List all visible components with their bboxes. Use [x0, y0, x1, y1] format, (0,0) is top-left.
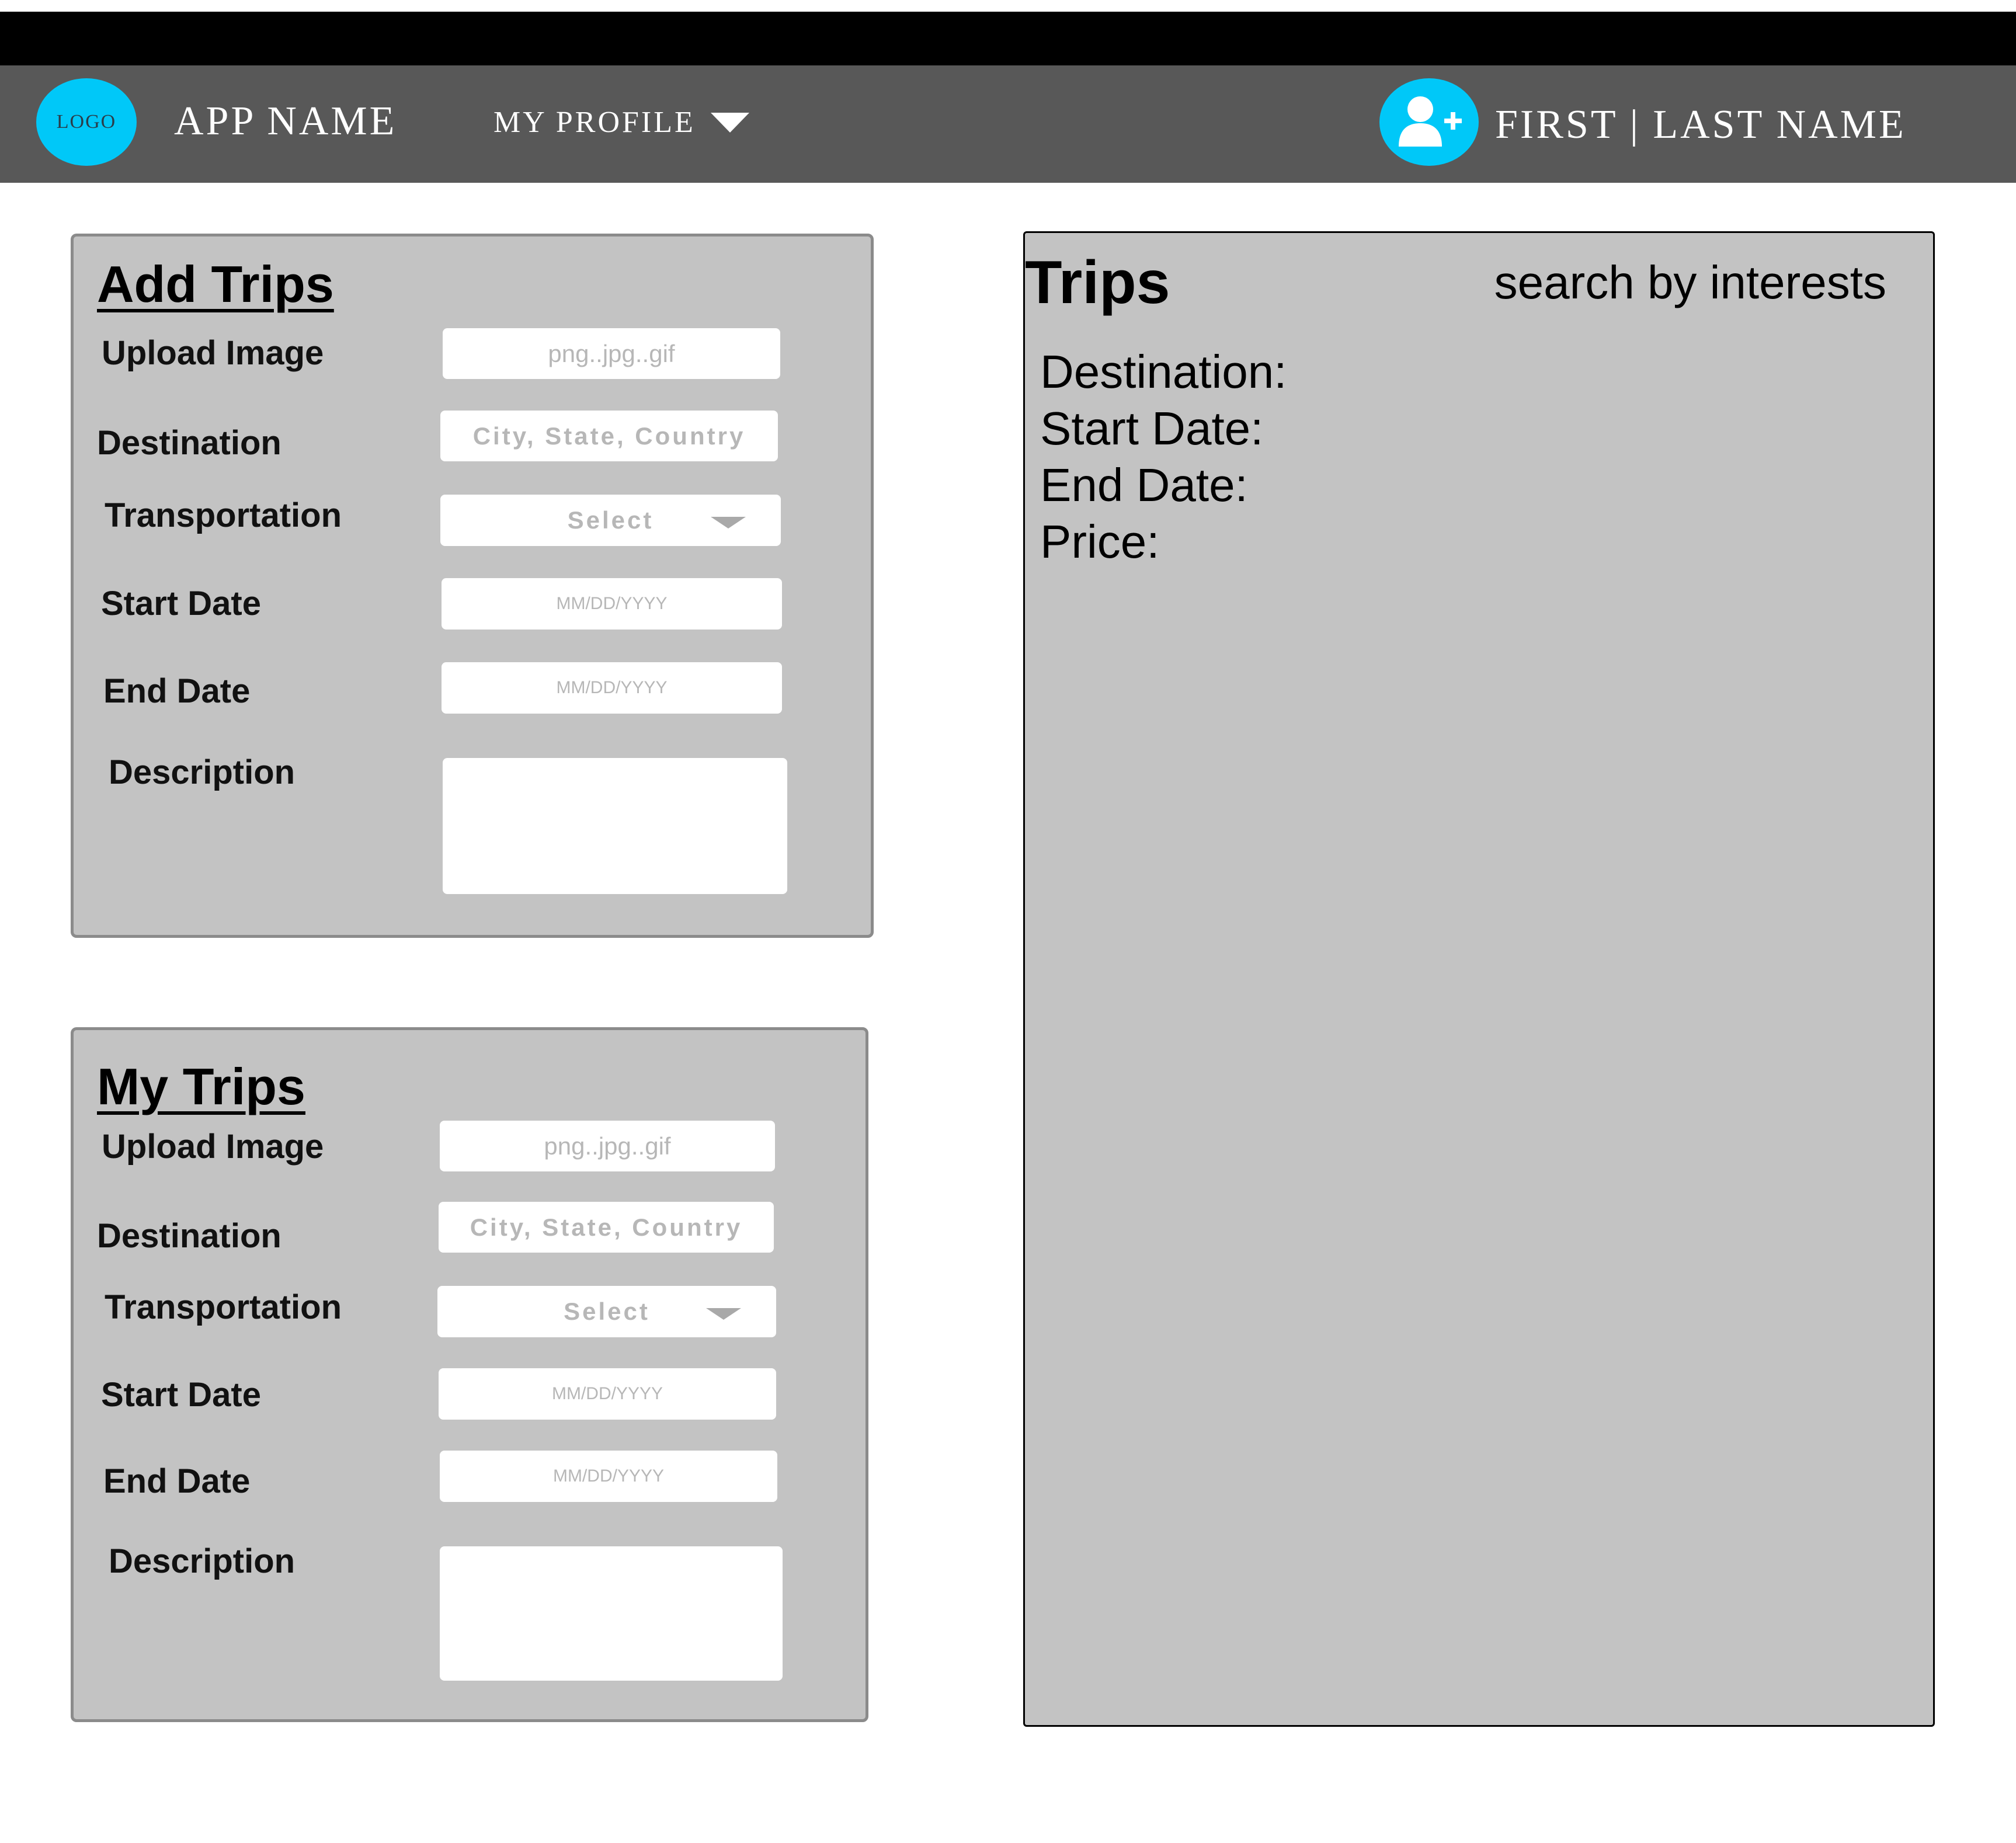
trips-panel: Trips search by interests Destination: S… — [1023, 231, 1935, 1727]
start-date-input[interactable]: MM/DD/YYYY — [442, 578, 782, 630]
destination-label: Destination — [97, 1217, 281, 1255]
user-plus-icon — [1399, 96, 1462, 147]
start-date-placeholder: MM/DD/YYYY — [556, 594, 668, 613]
trip-end-date-label: End Date: — [1040, 459, 1248, 511]
chevron-down-icon — [706, 1308, 741, 1320]
my-trips-panel: My Trips Upload Image png..jpg..gif Dest… — [71, 1027, 868, 1722]
my-profile-label: MY PROFILE — [493, 106, 696, 139]
end-date-placeholder: MM/DD/YYYY — [556, 678, 668, 697]
upload-image-placeholder: png..jpg..gif — [544, 1132, 671, 1160]
destination-input[interactable]: City, State, Country — [439, 1202, 774, 1253]
description-label: Description — [109, 753, 296, 791]
destination-placeholder: City, State, Country — [470, 1213, 743, 1241]
destination-label: Destination — [97, 424, 281, 462]
search-by-interests[interactable]: search by interests — [1494, 256, 1886, 309]
trips-title: Trips — [1025, 249, 1170, 317]
logo[interactable]: LOGO — [36, 78, 137, 166]
description-textarea[interactable] — [443, 758, 787, 894]
transportation-label: Transportation — [105, 1288, 342, 1326]
upload-image-field[interactable]: png..jpg..gif — [440, 1121, 775, 1171]
transportation-select[interactable]: Select — [437, 1286, 776, 1337]
end-date-label: End Date — [103, 1462, 251, 1500]
upload-image-field[interactable]: png..jpg..gif — [443, 328, 780, 379]
trip-destination-label: Destination: — [1040, 346, 1287, 398]
top-black-bar — [0, 12, 2016, 65]
description-textarea[interactable] — [440, 1546, 783, 1681]
my-profile-dropdown[interactable]: MY PROFILE — [493, 105, 749, 140]
transportation-value: Select — [567, 506, 654, 534]
end-date-input[interactable]: MM/DD/YYYY — [440, 1451, 777, 1502]
transportation-label: Transportation — [105, 496, 342, 534]
start-date-label: Start Date — [101, 585, 261, 623]
transportation-value: Select — [564, 1298, 650, 1325]
add-trips-panel: Add Trips Upload Image png..jpg..gif Des… — [71, 234, 874, 938]
upload-image-placeholder: png..jpg..gif — [548, 339, 675, 367]
destination-placeholder: City, State, Country — [472, 422, 746, 450]
end-date-placeholder: MM/DD/YYYY — [552, 1466, 665, 1486]
start-date-input[interactable]: MM/DD/YYYY — [439, 1368, 776, 1420]
upload-image-label: Upload Image — [102, 334, 324, 372]
end-date-label: End Date — [103, 672, 251, 710]
user-name[interactable]: FIRST | LAST NAME — [1495, 103, 1906, 147]
add-user-button[interactable] — [1379, 78, 1479, 166]
end-date-input[interactable]: MM/DD/YYYY — [442, 662, 782, 714]
start-date-label: Start Date — [101, 1376, 261, 1414]
start-date-placeholder: MM/DD/YYYY — [551, 1384, 663, 1403]
chevron-down-icon — [711, 517, 746, 528]
add-trips-title: Add Trips — [97, 255, 334, 313]
description-label: Description — [109, 1542, 296, 1580]
trip-start-date-label: Start Date: — [1040, 402, 1264, 454]
trip-price-label: Price: — [1040, 516, 1160, 568]
destination-input[interactable]: City, State, Country — [440, 411, 778, 461]
app-name[interactable]: APP NAME — [174, 99, 397, 144]
chevron-down-icon — [710, 113, 749, 133]
upload-image-label: Upload Image — [102, 1128, 324, 1166]
my-trips-title: My Trips — [97, 1058, 305, 1115]
transportation-select[interactable]: Select — [440, 495, 781, 546]
